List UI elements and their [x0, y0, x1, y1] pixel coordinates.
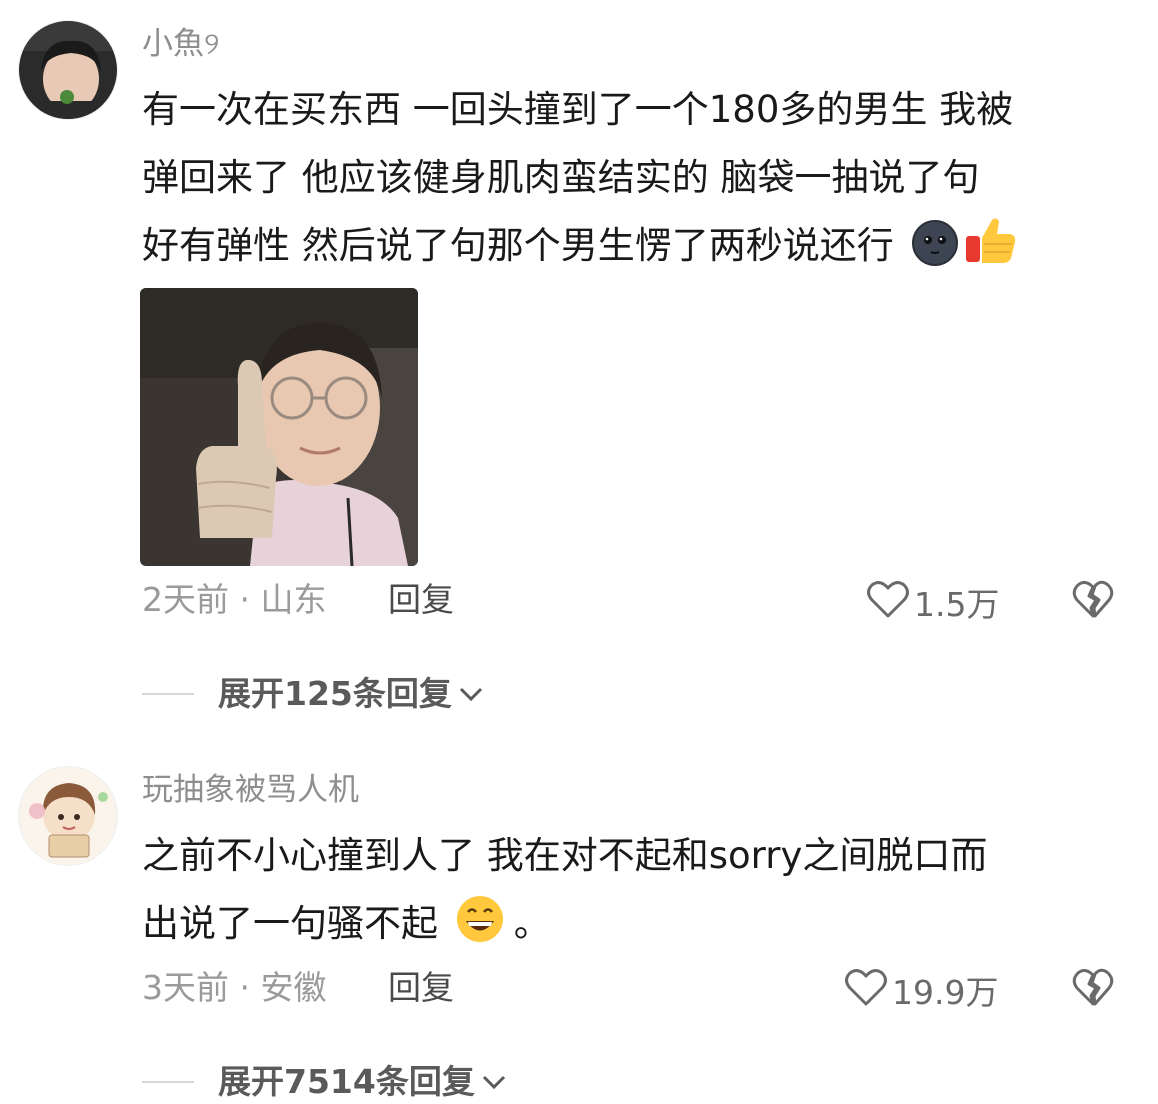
- comment-line-tail: 。: [513, 902, 551, 945]
- username[interactable]: 玩抽象被骂人机: [142, 770, 359, 810]
- chevron-down-icon: [481, 1072, 507, 1092]
- avatar[interactable]: [18, 766, 118, 866]
- like-count: 19.9万: [892, 972, 999, 1012]
- reply-button[interactable]: 回复: [388, 968, 454, 1008]
- broken-heart-icon[interactable]: [1072, 968, 1114, 1008]
- heart-icon: [844, 968, 888, 1017]
- comment-line: 出说了一句骚不起 。: [142, 890, 1132, 958]
- expand-replies-label: 展开7514条回复: [218, 1062, 475, 1101]
- comment-text: 之前不小心撞到人了 我在对不起和sorry之间脱口而 出说了一句骚不起 。: [142, 822, 1132, 958]
- grinning-face-icon: [454, 894, 506, 966]
- comment-line: 之前不小心撞到人了 我在对不起和sorry之间脱口而: [142, 834, 988, 877]
- like-button[interactable]: 19.9万: [844, 968, 998, 1017]
- comment-2: 玩抽象被骂人机 之前不小心撞到人了 我在对不起和sorry之间脱口而 出说了一句…: [0, 0, 1158, 1103]
- timestamp-location: 3天前 · 安徽: [142, 968, 327, 1007]
- divider: [142, 1081, 194, 1083]
- expand-replies-button[interactable]: 展开7514条回复: [142, 1060, 507, 1104]
- comment-line-text: 出说了一句骚不起: [142, 902, 438, 945]
